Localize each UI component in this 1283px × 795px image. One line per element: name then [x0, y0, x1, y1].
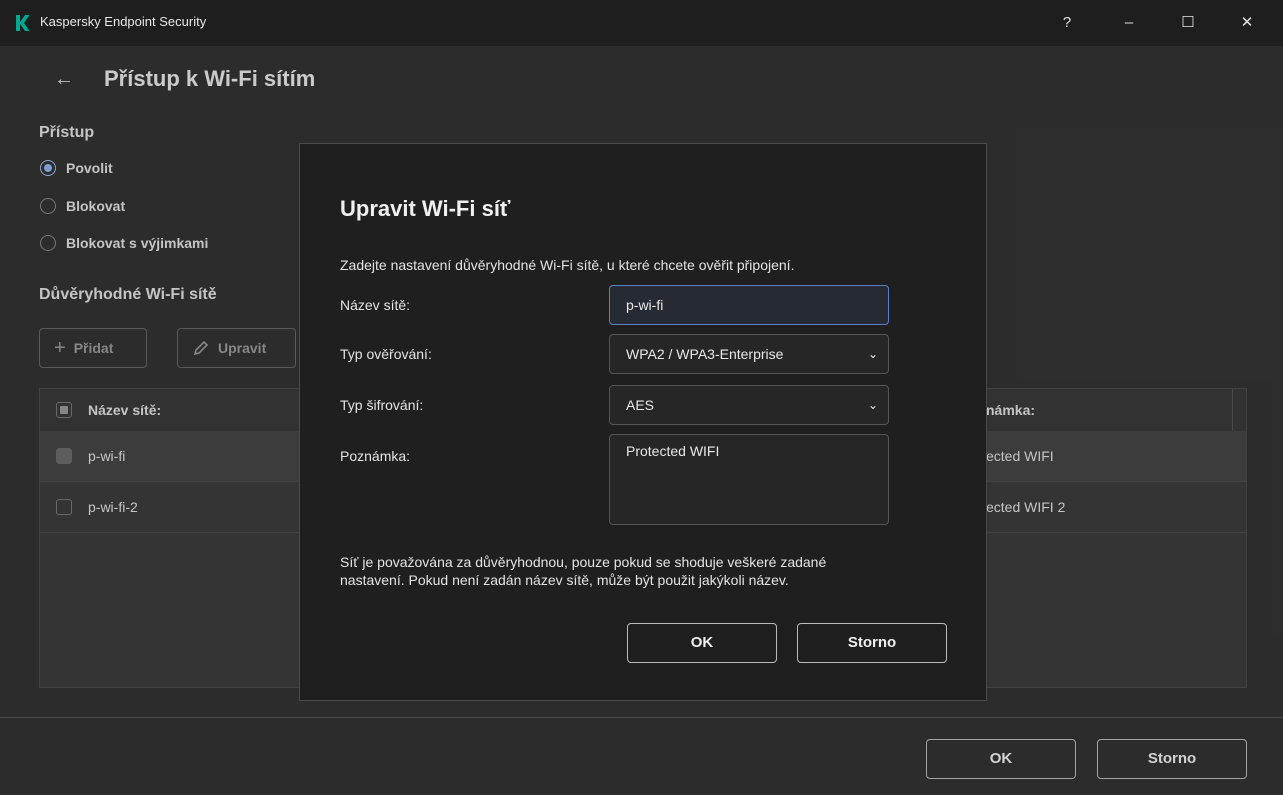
auth-type-value: WPA2 / WPA3-Enterprise: [626, 346, 784, 362]
encryption-type-label: Typ šifrování:: [340, 397, 424, 413]
close-button[interactable]: ✕: [1232, 10, 1262, 36]
kaspersky-logo-icon: [16, 15, 30, 31]
encryption-type-value: AES: [626, 397, 655, 413]
footnote-line-1: Síť je považována za důvěryhodnou, pouze…: [340, 554, 827, 570]
maximize-button[interactable]: ☐: [1173, 10, 1203, 36]
title-bar: Kaspersky Endpoint Security ? – ☐ ✕: [0, 0, 1283, 47]
dialog-ok-button[interactable]: OK: [627, 623, 777, 663]
note-label: Poznámka:: [340, 448, 411, 464]
encryption-type-select[interactable]: AES ⌄: [609, 385, 889, 425]
dialog-footnote: Síť je považována za důvěryhodnou, pouze…: [340, 553, 960, 589]
network-name-input[interactable]: p-wi-fi: [609, 285, 889, 325]
minimize-button[interactable]: –: [1114, 10, 1144, 36]
chevron-down-icon: ⌄: [867, 398, 878, 412]
dialog-title: Upravit Wi-Fi síť: [340, 196, 511, 221]
auth-type-select[interactable]: WPA2 / WPA3-Enterprise ⌄: [609, 334, 889, 374]
help-icon[interactable]: ?: [1052, 10, 1082, 36]
footnote-line-2: nastavení. Pokud není zadán název sítě, …: [340, 572, 789, 588]
dialog-description: Zadejte nastavení důvěryhodné Wi-Fi sítě…: [340, 257, 795, 273]
app-title: Kaspersky Endpoint Security: [40, 14, 207, 29]
app-window: Kaspersky Endpoint Security ? – ☐ ✕ ← Př…: [0, 0, 1283, 795]
auth-type-label: Typ ověřování:: [340, 346, 432, 362]
edit-wifi-dialog: Upravit Wi-Fi síť Zadejte nastavení důvě…: [299, 143, 987, 701]
network-name-label: Název sítě:: [340, 297, 411, 313]
dialog-cancel-button[interactable]: Storno: [797, 623, 947, 663]
note-textarea[interactable]: Protected WIFI: [609, 434, 889, 525]
chevron-down-icon: ⌄: [867, 347, 878, 361]
